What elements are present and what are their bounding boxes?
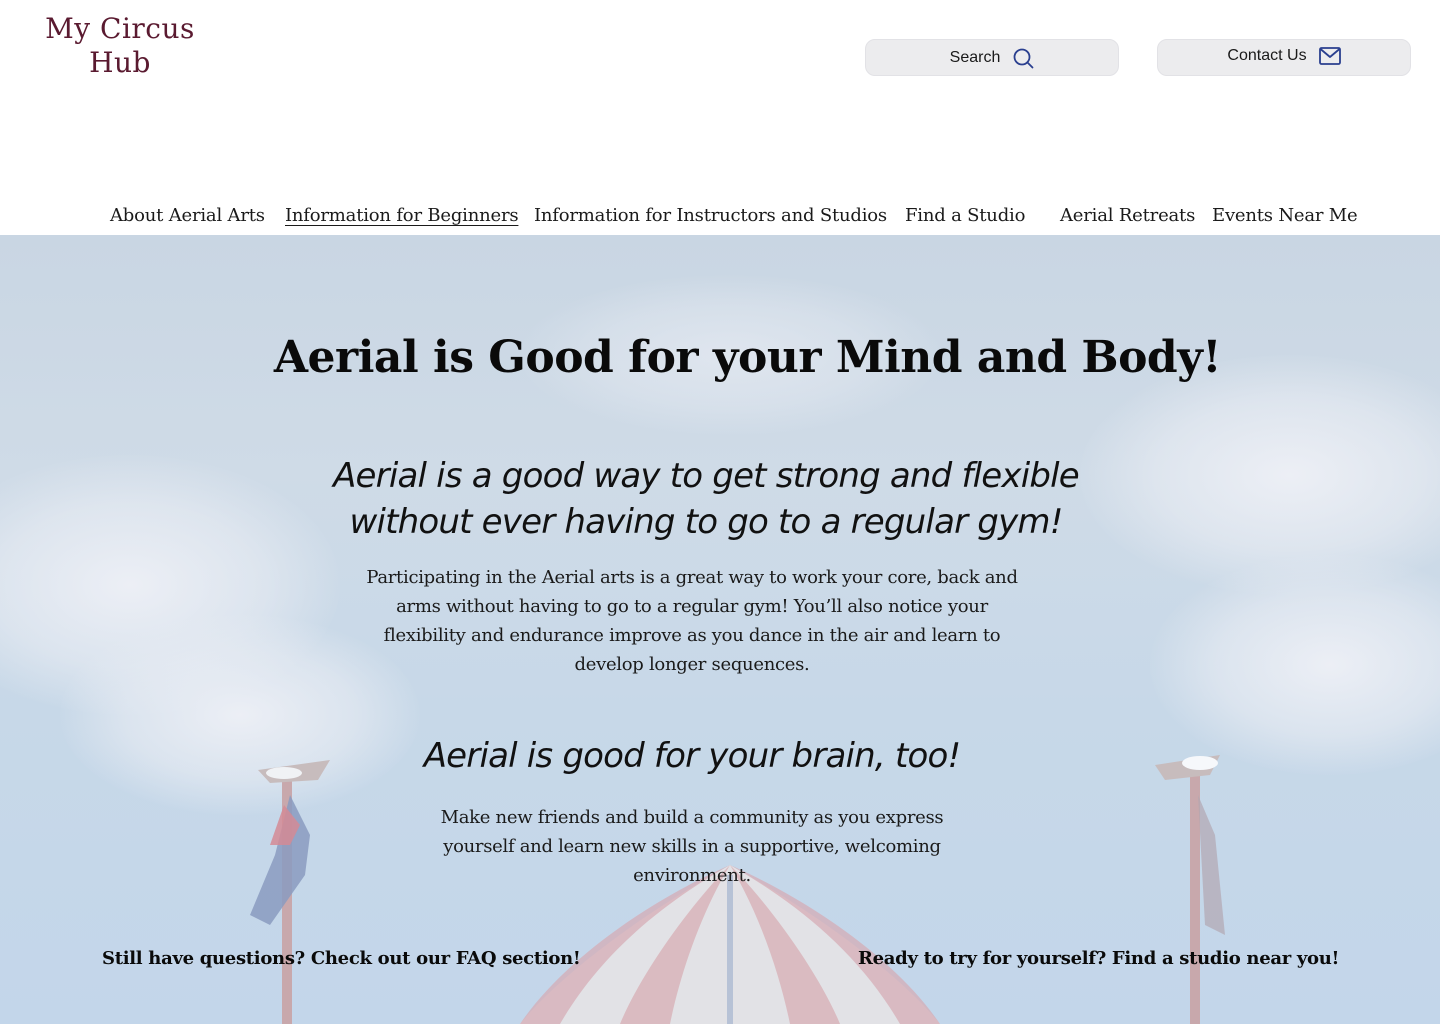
contact-label: Contact Us bbox=[1227, 46, 1307, 64]
nav-item-information-for-beginners[interactable]: Information for Beginners bbox=[285, 205, 519, 226]
faq-link[interactable]: Still have questions? Check out our FAQ … bbox=[102, 948, 581, 969]
paragraph-community: Make new friends and build a community a… bbox=[440, 807, 944, 886]
logo-line-2: Hub bbox=[89, 46, 151, 79]
nav-item-information-for-instructors[interactable]: Information for Instructors and Studios bbox=[534, 205, 887, 226]
find-studio-link[interactable]: Ready to try for yourself? Find a studio… bbox=[858, 948, 1339, 969]
nav-item-about-aerial-arts[interactable]: About Aerial Arts bbox=[110, 205, 265, 226]
search-button[interactable]: Search bbox=[865, 39, 1119, 76]
paragraph-strength: Participating in the Aerial arts is a gr… bbox=[366, 567, 1018, 675]
logo-line-1: My Circus bbox=[45, 12, 195, 45]
subtitle-strength: Aerial is a good way to get strong and f… bbox=[333, 456, 1080, 542]
main-nav: About Aerial Arts Information for Beginn… bbox=[0, 205, 1440, 235]
hero-section: Aerial is Good for your Mind and Body! A… bbox=[0, 235, 1440, 1024]
subtitle-brain: Aerial is good for your brain, too! bbox=[423, 736, 961, 776]
page-title: Aerial is Good for your Mind and Body! bbox=[273, 332, 1222, 383]
search-label: Search bbox=[949, 48, 1001, 66]
nav-item-find-a-studio[interactable]: Find a Studio bbox=[905, 205, 1025, 226]
nav-item-aerial-retreats[interactable]: Aerial Retreats bbox=[1060, 205, 1195, 226]
contact-us-button[interactable]: Contact Us bbox=[1157, 39, 1411, 76]
mail-icon bbox=[1318, 46, 1341, 65]
search-icon bbox=[1012, 47, 1034, 69]
nav-item-events-near-me[interactable]: Events Near Me bbox=[1212, 205, 1358, 226]
site-logo[interactable]: My Circus Hub bbox=[40, 12, 200, 80]
